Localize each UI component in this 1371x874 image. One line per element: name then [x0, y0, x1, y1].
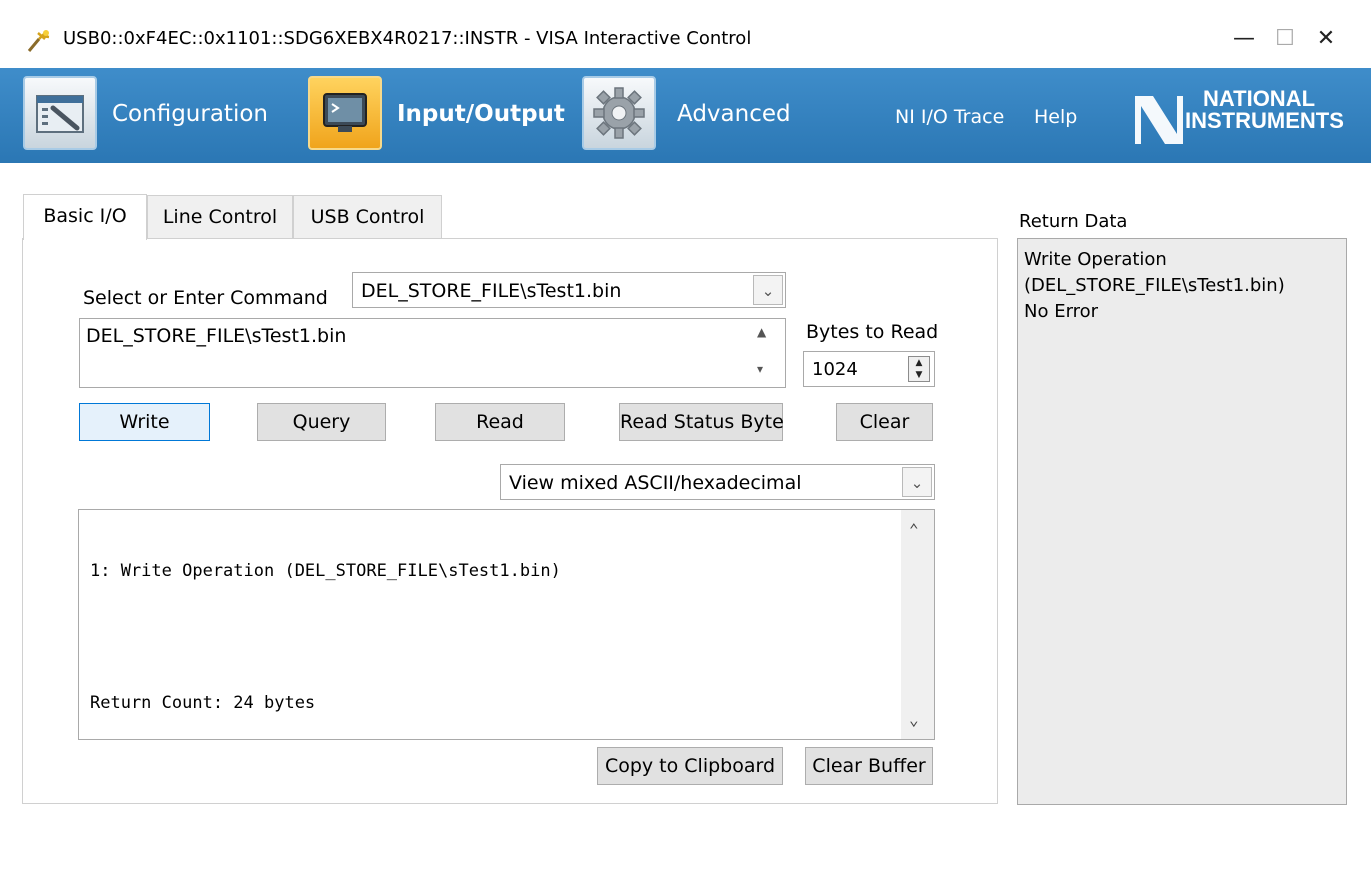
- close-button[interactable]: ✕: [1304, 22, 1348, 56]
- input-output-label[interactable]: Input/Output: [397, 101, 565, 127]
- return-data-box: Write Operation (DEL_STORE_FILE\sTest1.b…: [1017, 238, 1347, 805]
- configuration-label[interactable]: Configuration: [112, 101, 268, 127]
- tab-line-control[interactable]: Line Control: [147, 195, 293, 239]
- minimize-button[interactable]: —: [1222, 22, 1266, 56]
- ni-io-trace-link[interactable]: NI I/O Trace: [895, 106, 1004, 128]
- return-data-label: Return Data: [1019, 211, 1128, 232]
- advanced-label[interactable]: Advanced: [677, 101, 791, 127]
- spin-arrows-icon[interactable]: ▲ ▼: [908, 356, 930, 382]
- input-output-button[interactable]: [308, 76, 382, 150]
- logo-line-2: INSTRUMENTS: [1185, 108, 1344, 133]
- help-link[interactable]: Help: [1034, 106, 1077, 128]
- read-status-byte-button[interactable]: Read Status Byte: [619, 403, 784, 441]
- scroll-down-icon[interactable]: ⌄: [909, 710, 919, 729]
- bytes-to-read-label: Bytes to Read: [806, 321, 939, 343]
- return-line: (DEL_STORE_FILE\sTest1.bin): [1024, 275, 1285, 296]
- logo-line-1: NATIONAL: [1203, 86, 1316, 111]
- command-select[interactable]: DEL_STORE_FILE\sTest1.bin ⌄: [352, 272, 786, 308]
- monitor-icon: [323, 93, 367, 132]
- maximize-button[interactable]: ☐: [1263, 22, 1307, 56]
- view-mode-value: View mixed ASCII/hexadecimal: [509, 472, 802, 494]
- return-line: Write Operation: [1024, 249, 1167, 270]
- return-line: No Error: [1024, 301, 1099, 322]
- advanced-button[interactable]: [582, 76, 656, 150]
- query-button[interactable]: Query: [257, 403, 386, 441]
- bytes-to-read-value: 1024: [812, 359, 858, 380]
- configuration-button[interactable]: [23, 76, 97, 150]
- gear-icon: [593, 87, 645, 139]
- copy-to-clipboard-button[interactable]: Copy to Clipboard: [597, 747, 783, 785]
- command-textarea[interactable]: DEL_STORE_FILE\sTest1.bin: [79, 318, 786, 388]
- scroll-up-icon[interactable]: ▲: [757, 325, 766, 339]
- configuration-icon: [36, 95, 84, 133]
- clear-button[interactable]: Clear: [836, 403, 933, 441]
- scroll-up-icon[interactable]: ⌃: [909, 520, 919, 539]
- visa-app-icon: [27, 27, 53, 53]
- output-scrollbar[interactable]: ⌃ ⌄: [901, 510, 934, 739]
- command-text-value: DEL_STORE_FILE\sTest1.bin: [86, 325, 347, 347]
- command-select-value: DEL_STORE_FILE\sTest1.bin: [361, 280, 622, 302]
- output-line: Return Count: 24 bytes: [90, 693, 316, 713]
- bytes-to-read-stepper[interactable]: 1024 ▲ ▼: [803, 351, 935, 387]
- output-line: 1: Write Operation (DEL_STORE_FILE\sTest…: [90, 561, 561, 581]
- tab-basic-io[interactable]: Basic I/O: [23, 194, 147, 240]
- output-buffer[interactable]: 1: Write Operation (DEL_STORE_FILE\sTest…: [78, 509, 935, 740]
- view-mode-select[interactable]: View mixed ASCII/hexadecimal ⌄: [500, 464, 935, 500]
- tab-usb-control[interactable]: USB Control: [293, 195, 442, 239]
- maximize-icon: ☐: [1275, 26, 1295, 51]
- chevron-down-icon[interactable]: ⌄: [753, 275, 783, 305]
- chevron-down-icon[interactable]: ⌄: [902, 467, 932, 497]
- scroll-down-icon[interactable]: ▾: [757, 362, 763, 376]
- read-button[interactable]: Read: [435, 403, 565, 441]
- ni-logo-text: NATIONAL INSTRUMENTS: [1185, 88, 1344, 132]
- close-icon: ✕: [1316, 26, 1336, 51]
- command-label: Select or Enter Command: [83, 287, 328, 309]
- minimize-icon: —: [1233, 26, 1255, 51]
- main-toolbar: Configuration Input/Output Advanced NI I…: [0, 68, 1371, 163]
- window-title: USB0::0xF4EC::0x1101::SDG6XEBX4R0217::IN…: [63, 28, 752, 49]
- write-button[interactable]: Write: [79, 403, 210, 441]
- clear-buffer-button[interactable]: Clear Buffer: [805, 747, 933, 785]
